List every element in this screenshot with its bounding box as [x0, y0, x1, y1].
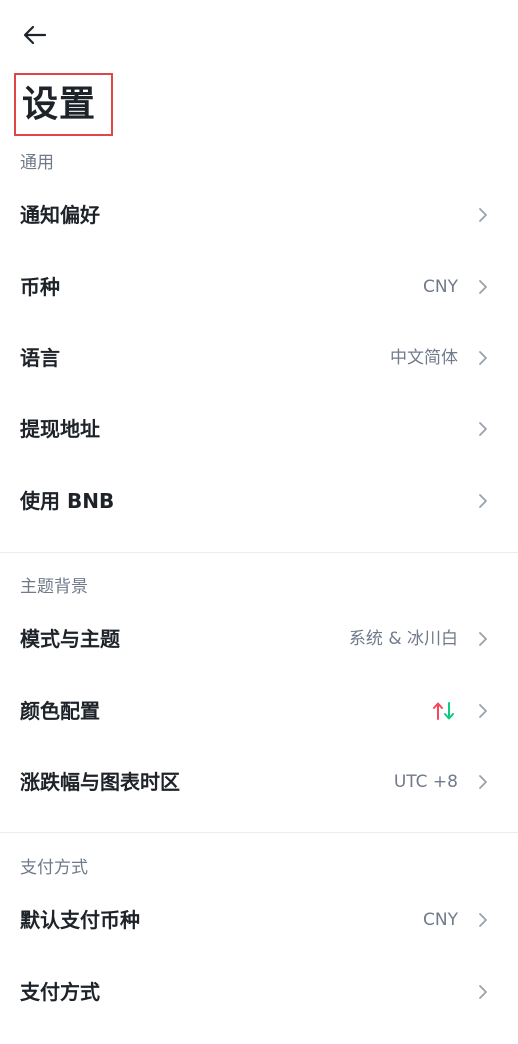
settings-item-mode-theme[interactable]: 模式与主题 系统 & 冰川白: [0, 608, 518, 670]
chevron-right-icon: [478, 207, 488, 223]
settings-item-use-bnb[interactable]: 使用 BNB: [0, 470, 518, 532]
settings-item-change-chart-timezone[interactable]: 涨跌幅与图表时区 UTC +8: [0, 751, 518, 813]
section-header-general: 通用: [20, 153, 54, 173]
up-down-arrows-icon: [432, 701, 456, 721]
settings-item-label: 币种: [20, 275, 60, 299]
chevron-right-icon: [478, 350, 488, 366]
chevron-right-icon: [478, 703, 488, 719]
settings-item-value: 中文简体: [390, 347, 458, 368]
page-title: 设置: [22, 83, 97, 125]
chevron-right-icon: [478, 421, 488, 437]
section-header-theme: 主题背景: [20, 577, 88, 597]
settings-item-label: 默认支付币种: [20, 908, 140, 932]
settings-item-notification-preferences[interactable]: 通知偏好: [0, 184, 518, 246]
chevron-right-icon: [478, 279, 488, 295]
settings-item-color-config[interactable]: 颜色配置: [0, 680, 518, 742]
settings-item-label: 语言: [20, 346, 60, 370]
settings-item-label: 提现地址: [20, 417, 100, 441]
section-divider: [0, 552, 518, 553]
chevron-right-icon: [478, 774, 488, 790]
settings-item-language[interactable]: 语言 中文简体: [0, 327, 518, 389]
section-divider: [0, 832, 518, 833]
chevron-right-icon: [478, 912, 488, 928]
back-button[interactable]: [20, 20, 50, 50]
settings-item-label: 涨跌幅与图表时区: [20, 770, 180, 794]
settings-item-payment-methods[interactable]: 支付方式: [0, 961, 518, 1023]
chevron-right-icon: [478, 493, 488, 509]
settings-item-value: CNY: [423, 276, 458, 297]
chevron-right-icon: [478, 631, 488, 647]
settings-item-value: UTC +8: [393, 771, 458, 792]
settings-item-value: CNY: [423, 909, 458, 930]
settings-item-label: 通知偏好: [20, 203, 100, 227]
arrow-left-icon: [23, 25, 47, 45]
chevron-right-icon: [478, 984, 488, 1000]
settings-item-label: 支付方式: [20, 980, 100, 1004]
settings-item-label: 使用 BNB: [20, 489, 115, 513]
settings-item-default-payment-currency[interactable]: 默认支付币种 CNY: [0, 889, 518, 951]
section-header-payment: 支付方式: [20, 858, 88, 878]
page-title-container: 设置: [14, 73, 113, 136]
settings-item-label: 模式与主题: [20, 627, 120, 651]
settings-item-currency[interactable]: 币种 CNY: [0, 256, 518, 318]
settings-item-label: 颜色配置: [20, 699, 100, 723]
settings-item-withdrawal-address[interactable]: 提现地址: [0, 398, 518, 460]
settings-item-value: 系统 & 冰川白: [348, 628, 458, 649]
